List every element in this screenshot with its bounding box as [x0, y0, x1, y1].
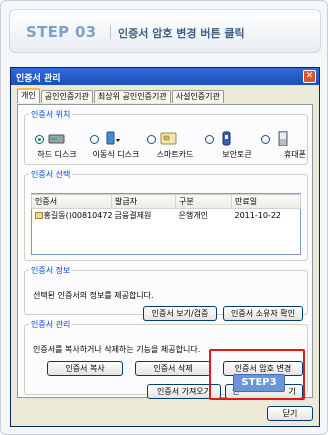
selection-group: 인증서 선택 인증서 발급자 구분 만료일 홍길동()00810472...: [24, 169, 308, 261]
tab-strip: 개인 공인인증기관 최상위 공인인증기관 사설인증기관: [17, 88, 225, 104]
step-banner: STEP 03 인증서 암호 변경 버튼 클릭: [9, 9, 321, 53]
device-label: 하드 디스크: [37, 150, 77, 159]
manage-description: 인증서를 복사하거나 삭제하는 기능을 제공합니다.: [33, 345, 201, 354]
info-legend: 인증서 정보: [31, 266, 71, 275]
type-cell: 은행개인: [178, 211, 208, 220]
tab-private-ca[interactable]: 사설인증기관: [171, 90, 224, 103]
column-header[interactable]: 구분: [175, 194, 232, 209]
tab-personal[interactable]: 개인: [17, 88, 40, 103]
device-label: 스마트카드: [156, 150, 194, 159]
device-usb[interactable]: 이동식 디스크: [90, 131, 150, 161]
title-bar: 인증서 관리 ✕: [11, 68, 319, 85]
hard-disk-icon: [48, 134, 65, 144]
mobile-phone-icon: [278, 131, 288, 146]
selection-legend: 인증서 선택: [31, 170, 71, 179]
location-group: 인증서 위치 하드 디스크 이동식 디스크 스마트카드 보안토큰 휴대폰: [24, 109, 308, 165]
device-smartcard[interactable]: 스마트카드: [147, 131, 207, 161]
step3-callout: STEP3: [233, 374, 285, 392]
device-label: 보안토큰: [222, 150, 252, 159]
device-label: 휴대폰: [283, 150, 307, 159]
radio-hard-disk[interactable]: [35, 135, 44, 144]
radio-usb[interactable]: [90, 135, 99, 144]
window-title: 인증서 관리: [16, 74, 61, 84]
step-number: STEP 03: [26, 23, 97, 41]
cert-cell: 홍길동()00810472...: [32, 209, 112, 223]
close-icon[interactable]: ✕: [303, 70, 316, 83]
device-token[interactable]: 보안토큰: [205, 131, 265, 161]
info-description: 선택된 인증서의 정보를 제공합니다.: [33, 291, 154, 300]
device-phone[interactable]: 휴대폰: [261, 131, 321, 161]
delete-cert-button[interactable]: 인증서 삭제: [135, 361, 211, 376]
column-header[interactable]: 만료일: [231, 194, 301, 209]
location-legend: 인증서 위치: [31, 110, 71, 119]
issuer-cell: 금융결제원: [114, 211, 152, 220]
banner-divider: [110, 25, 111, 39]
tab-root-ca[interactable]: 최상위 공인인증기관: [93, 90, 171, 103]
radio-token[interactable]: [205, 135, 214, 144]
manage-legend: 인증서 관리: [31, 320, 71, 329]
radio-smartcard[interactable]: [147, 135, 156, 144]
copy-cert-button[interactable]: 인증서 복사: [47, 361, 123, 376]
cert-table: 인증서 발급자 구분 만료일 홍길동()00810472... 금융결제원 은행…: [31, 194, 301, 222]
security-token-icon: [222, 131, 231, 146]
expiry-cell: 2011-10-22: [234, 211, 282, 220]
column-header[interactable]: 발급자: [111, 194, 176, 209]
usb-drive-icon: [106, 131, 120, 145]
info-group: 인증서 정보 선택된 인증서의 정보를 제공합니다. 인증서 보기/검증 인증서…: [24, 265, 308, 321]
smartcard-icon: [160, 132, 177, 145]
column-header[interactable]: 인증서: [31, 194, 112, 209]
tutorial-frame: STEP 03 인증서 암호 변경 버튼 클릭 인증서 관리 ✕ 개인 공인인증…: [0, 0, 328, 435]
certificate-icon: [34, 212, 43, 219]
table-row[interactable]: 홍길동()00810472... 금융결제원 은행개인 2011-10-22: [32, 209, 301, 223]
close-button[interactable]: 닫기: [267, 406, 313, 421]
radio-phone[interactable]: [261, 135, 270, 144]
tab-public-ca[interactable]: 공인인증기관: [40, 90, 93, 103]
device-label: 이동식 디스크: [92, 150, 140, 159]
device-list: 하드 디스크 이동식 디스크 스마트카드 보안토큰 휴대폰: [35, 131, 306, 161]
step-title: 인증서 암호 변경 버튼 클릭: [118, 27, 245, 40]
